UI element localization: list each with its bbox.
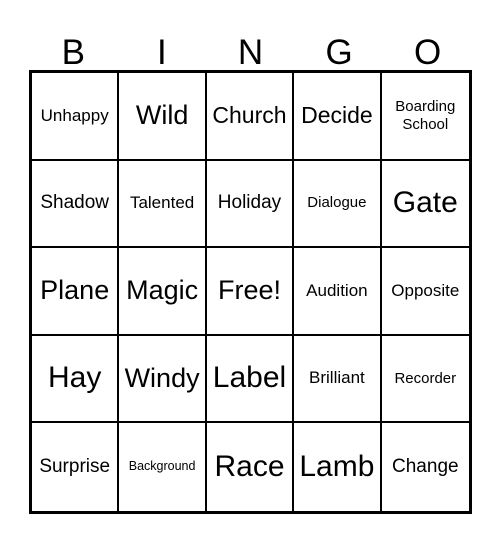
bingo-cell[interactable]: Hay xyxy=(32,335,120,424)
bingo-cell[interactable]: Boarding School xyxy=(381,73,469,161)
bingo-cell[interactable]: Lamb xyxy=(294,423,382,511)
bingo-cell-label: Brilliant xyxy=(309,368,365,388)
bingo-cell[interactable]: Recorder xyxy=(381,335,469,424)
bingo-cell-label: Magic xyxy=(126,275,199,306)
bingo-cell-label: Windy xyxy=(124,363,200,394)
bingo-cell[interactable]: Decide xyxy=(294,73,382,161)
bingo-cell-label: Unhappy xyxy=(40,105,109,125)
bingo-cell-label: Opposite xyxy=(391,280,460,300)
bingo-cell-label: Free! xyxy=(217,275,281,306)
bingo-cell[interactable]: Brilliant xyxy=(294,335,382,424)
bingo-cell-label: Change xyxy=(392,455,459,477)
bingo-cell-label: Surprise xyxy=(39,455,111,477)
bingo-cell[interactable]: Dialogue xyxy=(294,160,382,249)
bingo-card: B I N G O Unhappy Wild Church Decide Boardin… xyxy=(0,0,501,544)
bingo-cell-label: Hay xyxy=(48,361,102,395)
bingo-cell-label: Holiday xyxy=(217,192,282,214)
bingo-cell-label: Lamb xyxy=(299,449,375,483)
bingo-cell-label: Background xyxy=(128,459,196,474)
header-letter-n: N xyxy=(237,33,264,72)
bingo-cell[interactable]: Surprise xyxy=(32,423,120,511)
bingo-cell[interactable]: Change xyxy=(381,423,469,511)
bingo-grid: Unhappy Wild Church Decide Boarding School Sh… xyxy=(29,70,472,514)
bingo-cell-label: Plane xyxy=(40,275,110,306)
bingo-cell[interactable]: Opposite xyxy=(381,248,469,336)
bingo-cell[interactable]: Race xyxy=(206,423,295,511)
bingo-cell[interactable]: Background xyxy=(119,423,207,511)
bingo-cell[interactable]: Wild xyxy=(119,73,207,161)
header-letter-o: O xyxy=(414,33,442,72)
bingo-cell-label: Audition xyxy=(306,280,368,300)
bingo-cell[interactable]: Plane xyxy=(32,248,120,336)
bingo-cell[interactable]: Shadow xyxy=(32,160,120,249)
bingo-cell[interactable]: Label xyxy=(206,335,295,424)
bingo-header-row: B I N G O xyxy=(29,22,472,70)
header-letter-i: I xyxy=(157,33,167,72)
bingo-cell[interactable]: Magic xyxy=(119,248,207,336)
bingo-cell-label: Talented xyxy=(129,193,195,213)
header-letter-g: G xyxy=(325,33,353,72)
bingo-cell[interactable]: Audition xyxy=(294,248,382,336)
bingo-cell-label: Church xyxy=(212,102,287,129)
bingo-cell-label: Recorder xyxy=(394,369,457,387)
bingo-cell-label: Dialogue xyxy=(307,194,367,212)
bingo-cell-label: Boarding School xyxy=(395,98,456,133)
bingo-cell-label: Gate xyxy=(392,186,458,220)
bingo-cell[interactable]: Windy xyxy=(119,335,207,424)
bingo-cell-label: Decide xyxy=(301,102,373,129)
bingo-cell[interactable]: Unhappy xyxy=(32,73,120,161)
bingo-cell[interactable]: Talented xyxy=(119,160,207,249)
bingo-cell[interactable]: Free! xyxy=(206,248,295,336)
bingo-cell[interactable]: Holiday xyxy=(206,160,295,249)
header-letter-b: B xyxy=(61,33,85,72)
bingo-cell-label: Shadow xyxy=(40,192,110,214)
bingo-cell[interactable]: Church xyxy=(206,73,295,161)
bingo-cell-label: Wild xyxy=(135,100,189,131)
bingo-cell-label: Race xyxy=(214,449,285,483)
bingo-cell[interactable]: Gate xyxy=(381,160,469,249)
bingo-cell-label: Label xyxy=(212,361,287,395)
